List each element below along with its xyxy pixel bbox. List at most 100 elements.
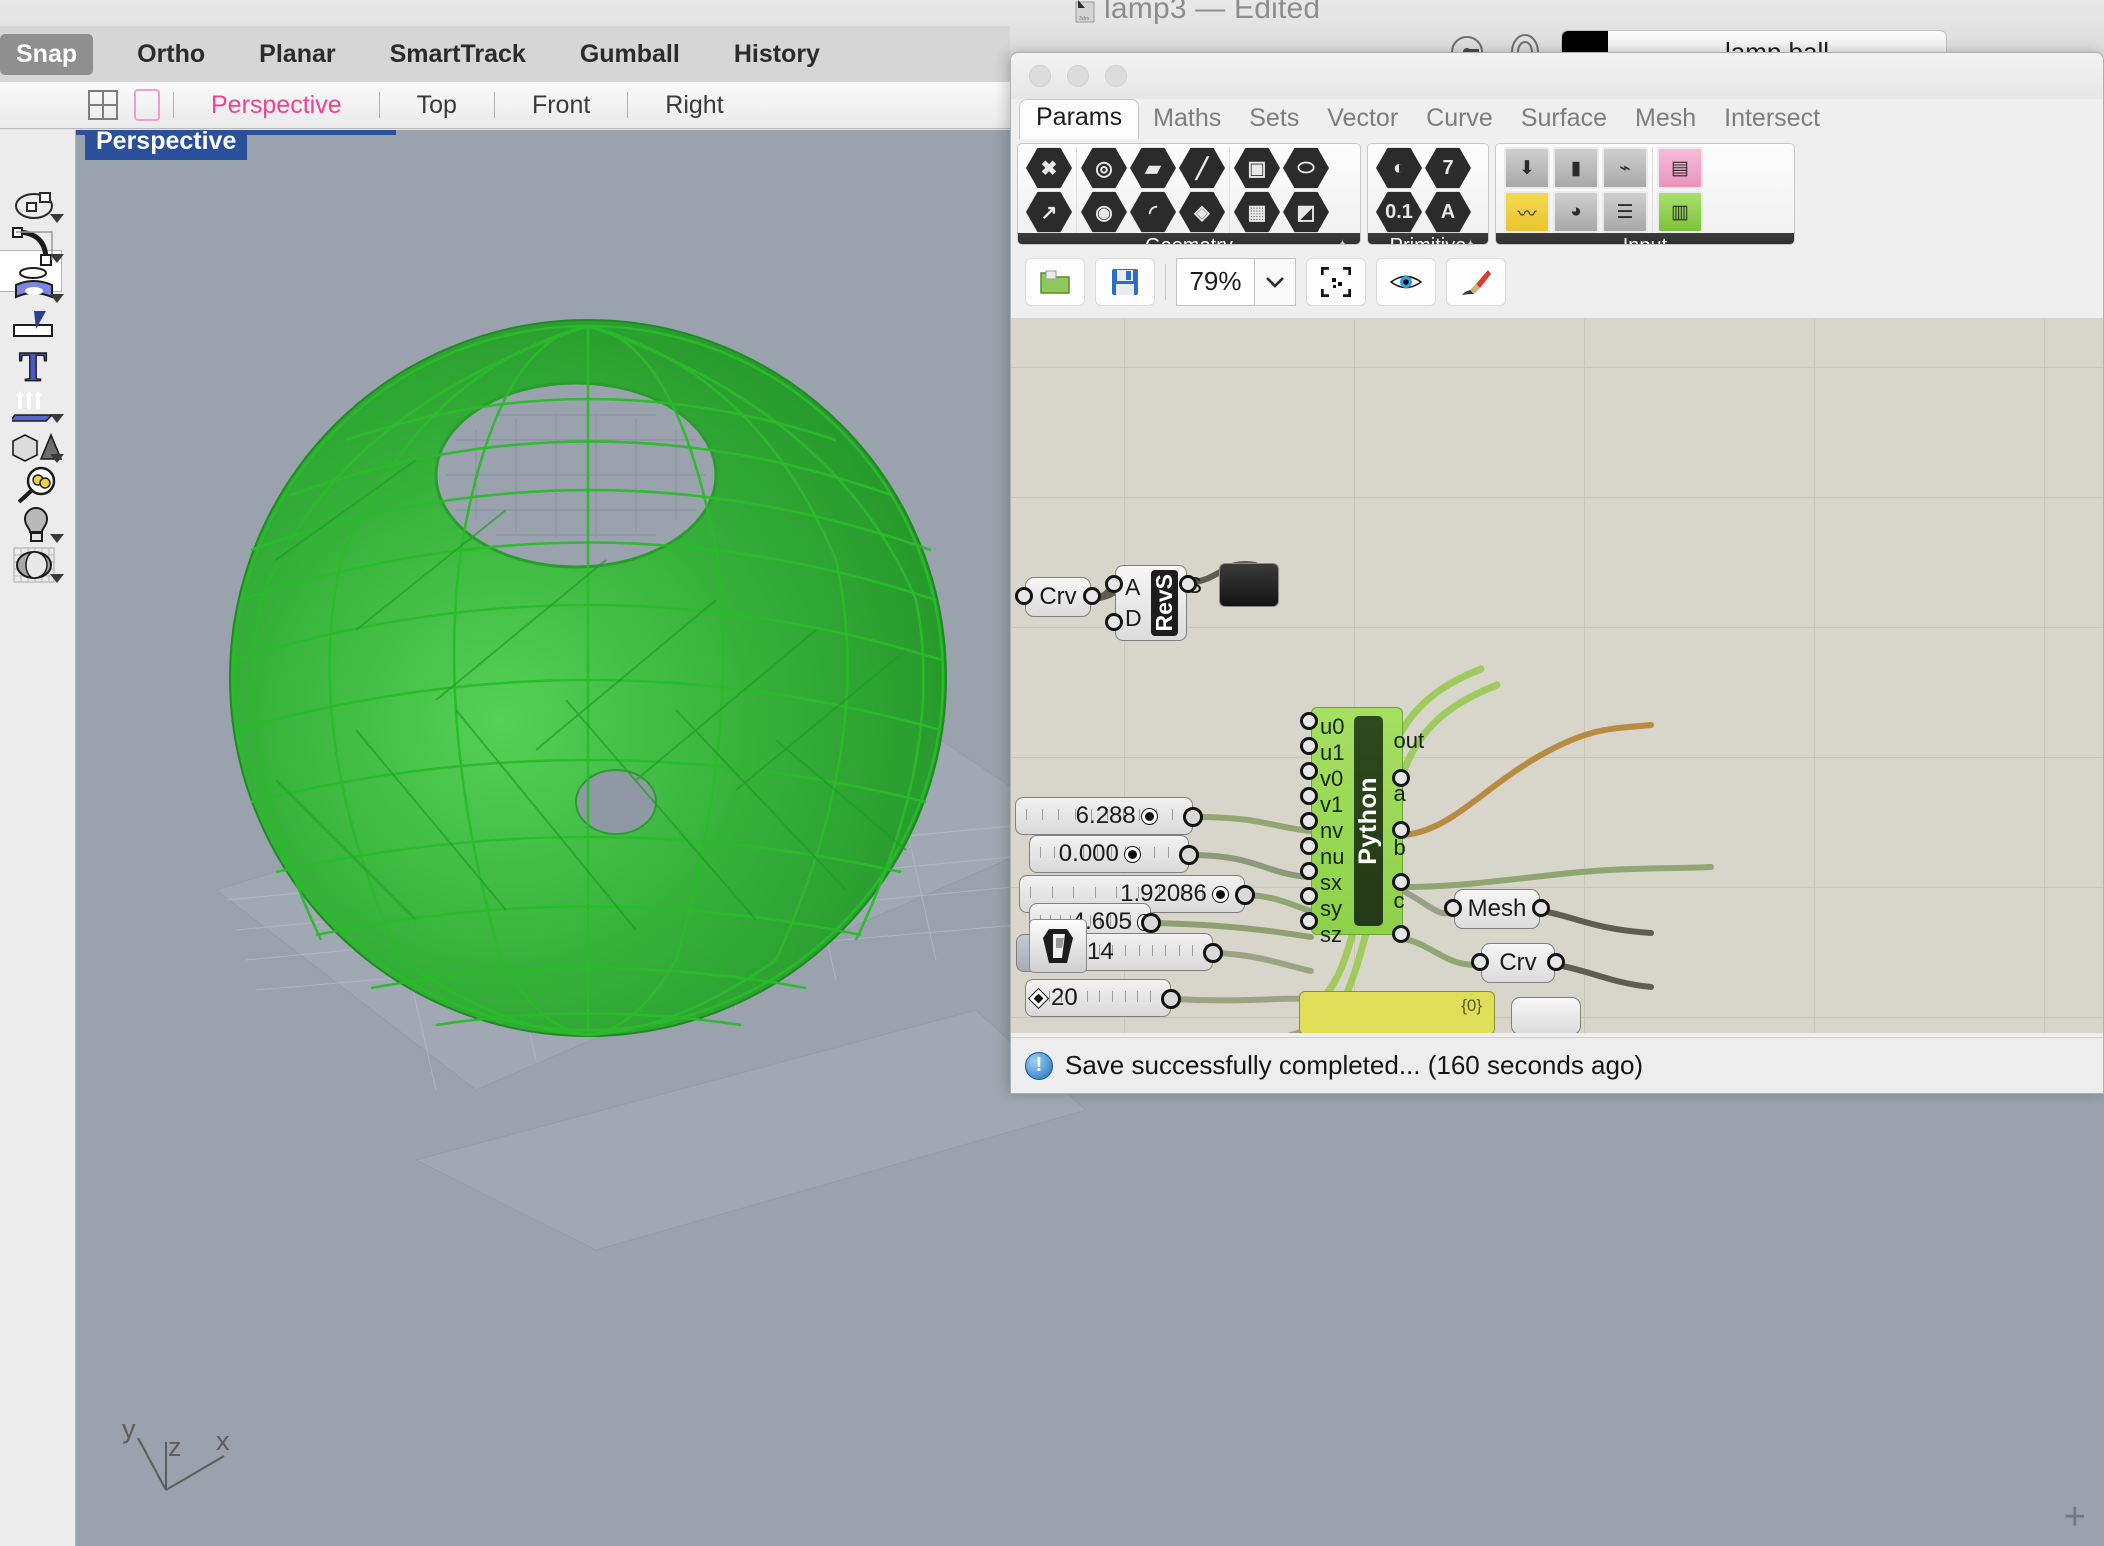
canvas-zoom-value[interactable]: 79% <box>1176 257 1254 306</box>
no-geometry-icon[interactable]: ✖ <box>1026 147 1072 189</box>
toggle-ortho[interactable]: Ortho <box>121 34 221 75</box>
python-input-sx[interactable]: sx <box>1312 870 1352 896</box>
slider-output-port[interactable] <box>1203 943 1223 963</box>
python-output-port-b[interactable] <box>1392 873 1410 891</box>
node-input-port[interactable] <box>1015 587 1033 605</box>
python-output-b[interactable]: b <box>1385 835 1432 861</box>
node-input-port[interactable] <box>1105 575 1123 593</box>
grasshopper-canvas[interactable]: Crv A D RevS S <box>1011 319 2103 1033</box>
chevron-down-icon[interactable] <box>50 574 64 583</box>
python-input-port-v1[interactable] <box>1300 787 1318 805</box>
gh-tab-sets[interactable]: Sets <box>1235 101 1313 139</box>
python-input-port-sy[interactable] <box>1300 887 1318 905</box>
diamond-point-icon[interactable]: ◈ <box>1179 191 1225 233</box>
gh-tab-mesh[interactable]: Mesh <box>1621 101 1710 139</box>
toggle-history[interactable]: History <box>718 34 836 75</box>
cylinder-icon[interactable]: ⬭ <box>1283 147 1329 189</box>
zoom-extents-button[interactable] <box>1306 257 1366 306</box>
tool-render[interactable] <box>0 546 76 586</box>
python-output-a[interactable]: a <box>1385 781 1432 807</box>
boolean-icon[interactable]: ◐ <box>1376 147 1422 189</box>
toggle-gumball[interactable]: Gumball <box>564 34 696 75</box>
python-input-port-u1[interactable] <box>1300 737 1318 755</box>
python-input-nu[interactable]: nu <box>1312 844 1352 870</box>
chevron-down-icon[interactable] <box>50 294 64 303</box>
open-definition-button[interactable] <box>1025 257 1085 306</box>
tool-text[interactable]: T <box>0 345 76 387</box>
tool-mesh-primitives[interactable] <box>0 426 76 466</box>
node-input-port[interactable] <box>1444 899 1462 917</box>
gh-tab-curve[interactable]: Curve <box>1412 101 1507 139</box>
grasshopper-ribbon[interactable]: ✖↗◎▰╱◉◜◈▣⬭▦◩Geometry✦◐70.1APrimitive✦⬇▮⌁… <box>1011 139 2103 245</box>
number-slider-1[interactable]: 0.000 <box>1029 835 1199 873</box>
number-slider-icon[interactable]: ⬇ <box>1504 147 1550 189</box>
single-view-layout-icon[interactable] <box>134 89 160 121</box>
panel-component[interactable]: {0} <box>1299 991 1495 1033</box>
tool-select-objects[interactable] <box>0 186 76 226</box>
ribbon-expand-icon[interactable]: ✦ <box>1335 236 1350 244</box>
spiral-icon[interactable]: ◉ <box>1081 191 1127 233</box>
tool-analyze[interactable] <box>0 466 76 506</box>
python-script-component[interactable]: u0 u1 v0 v1 nv nu sx sy sz Python out a b c <box>1311 707 1424 947</box>
python-input-port-u0[interactable] <box>1300 712 1318 730</box>
minimize-button[interactable] <box>1067 65 1089 87</box>
window-traffic-lights[interactable] <box>1029 65 1127 87</box>
python-input-nv[interactable]: nv <box>1312 818 1352 844</box>
bake-button[interactable] <box>1029 919 1087 973</box>
value-list-icon[interactable]: ☰ <box>1602 191 1648 233</box>
python-input-port-sz[interactable] <box>1300 912 1318 930</box>
python-input-v0[interactable]: v0 <box>1312 766 1352 792</box>
slider-output-port[interactable] <box>1179 845 1199 865</box>
viewport-tab-perspective[interactable]: Perspective <box>207 91 346 120</box>
chevron-down-icon[interactable] <box>50 254 64 263</box>
integer-icon[interactable]: 7 <box>1425 147 1471 189</box>
node-crv-param-2[interactable]: Crv <box>1471 943 1565 983</box>
node-output-port[interactable] <box>1179 575 1197 593</box>
grasshopper-tab-bar[interactable]: Params Maths Sets Vector Curve Surface Mesh Int… <box>1011 99 2103 140</box>
gh-tab-surface[interactable]: Surface <box>1507 101 1621 139</box>
python-input-v1[interactable]: v1 <box>1312 792 1352 818</box>
viewport-tab-right[interactable]: Right <box>661 91 727 120</box>
node-mesh-param[interactable]: Mesh <box>1444 889 1550 929</box>
python-output-port-c[interactable] <box>1392 925 1410 943</box>
chevron-down-icon[interactable] <box>1254 257 1296 306</box>
number-slider-5[interactable]: 20 <box>1025 979 1181 1017</box>
viewport-label[interactable]: Perspective <box>85 130 248 160</box>
viewport-add-button[interactable]: + <box>2064 1498 2086 1536</box>
chevron-down-icon[interactable] <box>50 414 64 423</box>
slider-handle[interactable] <box>1141 808 1157 824</box>
brep-icon[interactable]: ◩ <box>1283 191 1329 233</box>
slider-handle[interactable] <box>1029 988 1048 1008</box>
ribbon-expand-icon[interactable]: ✦ <box>1463 236 1478 244</box>
node-input-port[interactable] <box>1105 613 1123 631</box>
slider-handle[interactable] <box>1212 886 1228 902</box>
python-output-port-out[interactable] <box>1392 769 1410 787</box>
node-output-port[interactable] <box>1083 587 1101 605</box>
node-extra-param[interactable] <box>1511 997 1581 1033</box>
python-input-port-v0[interactable] <box>1300 762 1318 780</box>
tool-solid[interactable] <box>0 306 76 346</box>
number-slider-0[interactable]: 6.288 <box>1015 797 1203 835</box>
number-icon[interactable]: 0.1 <box>1376 191 1422 233</box>
circle-icon[interactable]: ◎ <box>1081 147 1127 189</box>
sketch-tool-button[interactable] <box>1446 257 1506 306</box>
python-input-port-nv[interactable] <box>1300 812 1318 830</box>
node-output-port[interactable] <box>1532 899 1550 917</box>
close-button[interactable] <box>1029 65 1051 87</box>
gh-tab-vector[interactable]: Vector <box>1313 101 1412 139</box>
mesh-grid-icon[interactable]: ▦ <box>1234 191 1280 233</box>
node-output-port[interactable] <box>1547 953 1565 971</box>
pink-panel-icon[interactable]: ▤ <box>1657 147 1703 189</box>
python-input-port-sx[interactable] <box>1300 862 1318 880</box>
curve-arc-icon[interactable]: ◜ <box>1130 191 1176 233</box>
grasshopper-window[interactable]: Params Maths Sets Vector Curve Surface Mesh Int… <box>1010 52 2104 1094</box>
save-definition-button[interactable] <box>1095 257 1155 306</box>
gh-tab-maths[interactable]: Maths <box>1139 101 1235 139</box>
gh-tab-intersect[interactable]: Intersect <box>1710 101 1834 139</box>
python-input-port-nu[interactable] <box>1300 837 1318 855</box>
viewport-tab-top[interactable]: Top <box>413 91 461 120</box>
text-icon[interactable]: A <box>1425 191 1471 233</box>
tool-lights[interactable] <box>0 506 76 546</box>
viewport-tab-front[interactable]: Front <box>528 91 594 120</box>
slider-output-port[interactable] <box>1161 989 1181 1009</box>
